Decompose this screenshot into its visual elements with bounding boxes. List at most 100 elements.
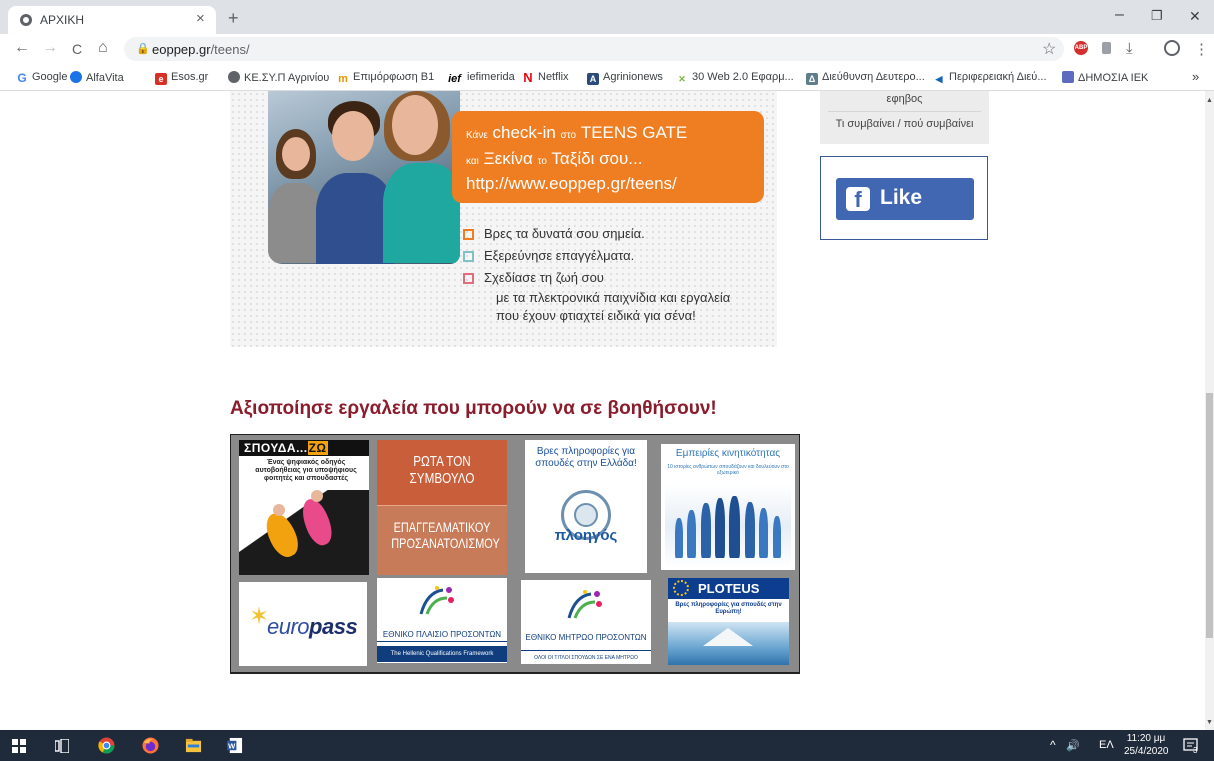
scroll-up-arrow-icon[interactable]: ▲ xyxy=(1206,97,1213,104)
globe-icon xyxy=(20,14,32,26)
tray-overflow-icon[interactable]: ^ xyxy=(1050,738,1056,752)
tool-card-register[interactable]: ΕΘΝΙΚΟ ΜΗΤΡΩΟ ΠΡΟΣΟΝΤΩΝ ΟΛΟΙ ΟΙ ΤΙΤΛΟΙ Σ… xyxy=(521,580,651,664)
task-view-icon[interactable] xyxy=(55,739,69,753)
volume-icon[interactable]: 🔊 xyxy=(1066,739,1080,752)
eu-stars-icon xyxy=(673,580,689,596)
check-item-professions: Εξερεύνησε επαγγέλματα. xyxy=(463,248,634,263)
profile-avatar-icon[interactable] xyxy=(1164,40,1180,56)
europass-logo: europass xyxy=(267,614,358,639)
system-clock[interactable]: 11:20 μμ 25/4/2020 xyxy=(1124,732,1169,758)
word-icon[interactable]: W xyxy=(226,737,243,754)
bookmark-iek[interactable]: ΔΗΜΟΣΙΑ ΙΕΚ xyxy=(1062,71,1148,84)
callout-line-1: Κάνε check-in στο TEENS GATE xyxy=(466,123,688,142)
bookmarks-bar: G Google AlfaVita e Esos.gr ΚΕ.ΣΥ.Π Αγρινί… xyxy=(0,64,1214,91)
svg-text:W: W xyxy=(228,741,236,750)
check-item-strengths: Βρες τα δυνατά σου σημεία. xyxy=(463,226,645,241)
bookmark-esos[interactable]: e Esos.gr xyxy=(155,71,208,85)
facebook-icon: f xyxy=(846,187,870,212)
tool-card-ask-counselor[interactable]: ΡΩΤΑ ΤΟΝ ΣΥΜΒΟΥΛΟ ΕΠΑΓΓΕΛΜΑΤΙΚΟΥ ΠΡΟΣΑΝΑ… xyxy=(377,440,507,575)
firefox-icon[interactable] xyxy=(142,737,159,754)
bookmark-star-icon[interactable]: ☆ xyxy=(1042,39,1056,59)
sidebar-item-events[interactable]: Τι συμβαίνει / πού συμβαίνει xyxy=(820,118,989,130)
new-tab-button[interactable]: + xyxy=(228,8,239,29)
callout-url: http://www.eoppep.gr/teens/ xyxy=(466,174,677,193)
globe-icon xyxy=(228,71,240,83)
teens-gate-callout: Κάνε check-in στο TEENS GATE και Ξεκίνα … xyxy=(452,111,764,203)
bookmark-epimorfosi[interactable]: m Επιμόρφωση Β1 xyxy=(337,71,434,85)
check-item-plan-life: Σχεδίασε τη ζωή σου xyxy=(463,270,604,285)
callout-line-2: και Ξεκίνα το Ταξίδι σου... xyxy=(466,149,643,168)
ploteus-logo: PLOTEUS xyxy=(698,581,760,596)
tab-title: ΑΡΧΙΚΗ xyxy=(40,13,85,27)
tool-card-ploigos[interactable]: Βρες πληροφορίες για σπουδές στην Ελλάδα… xyxy=(525,440,647,573)
extension-icon[interactable] xyxy=(1102,42,1111,54)
bookmark-netflix[interactable]: N Netflix xyxy=(522,71,569,84)
download-icon[interactable]: ⤓ xyxy=(1126,40,1133,57)
check-item-subtext-2: που έχουν φτιαχτεί ειδικά για σένα! xyxy=(496,308,696,323)
scrollbar-thumb[interactable] xyxy=(1206,393,1213,638)
minimize-button[interactable]: – xyxy=(1115,6,1124,24)
flag-icon: ◀ xyxy=(933,73,945,85)
adblock-plus-icon[interactable]: ABP xyxy=(1074,41,1088,55)
home-button[interactable]: ⌂ xyxy=(98,39,108,57)
tab-close-icon[interactable]: × xyxy=(196,10,205,27)
ploigos-description: Βρες πληροφορίες για σπουδές στην Ελλάδα… xyxy=(535,446,637,469)
tool-card-europass[interactable]: ✶ europass xyxy=(239,582,367,666)
bookmark-iefimerida[interactable]: ief iefimerida xyxy=(446,71,515,85)
agrinionews-icon: A xyxy=(587,73,599,85)
back-button[interactable]: ← xyxy=(14,39,30,57)
bookmark-google[interactable]: G Google xyxy=(16,71,67,84)
nqf-subtitle: The Hellenic Qualifications Framework xyxy=(377,646,507,662)
address-bar[interactable]: 🔒 eoppep.gr/teens/ xyxy=(124,37,1064,61)
lock-icon[interactable]: 🔒 xyxy=(136,42,150,55)
windows-start-icon[interactable] xyxy=(12,739,26,753)
bookmark-alfavita[interactable]: AlfaVita xyxy=(70,71,124,84)
check-item-subtext-1: με τα πλεκτρονικά παιχνίδια και εργαλεία xyxy=(496,290,731,305)
checkbox-icon xyxy=(463,229,474,240)
facebook-like-button[interactable]: f Like xyxy=(836,178,974,220)
divider xyxy=(828,111,981,112)
bookmark-kesyp[interactable]: ΚΕ.ΣΥ.Π Αγρινίου xyxy=(228,71,329,84)
bookmark-perifereiaki[interactable]: ◀ Περιφερειακή Διεύ... xyxy=(933,71,1047,85)
bookmark-agrinionews[interactable]: A Agrinionews xyxy=(587,71,663,85)
clock-date: 25/4/2020 xyxy=(1124,746,1169,757)
register-logo-icon xyxy=(567,590,602,619)
tool-card-nqf[interactable]: ΕΘΝΙΚΟ ΠΛΑΙΣΙΟ ΠΡΟΣΟΝΤΩΝ The Hellenic Qu… xyxy=(377,578,507,663)
forward-button[interactable]: → xyxy=(42,39,58,57)
tool-card-mobility[interactable]: Εμπειρίες κινητικότητας 10 ιστορίες ανθρ… xyxy=(661,444,795,570)
mobility-subtitle: 10 ιστορίες ανθρώπων σπουδάζουν και δουλ… xyxy=(667,464,789,476)
people-silhouettes-image xyxy=(665,484,791,568)
ploteus-description: Βρες πληροφορίες για σπουδές στην Ευρώπη… xyxy=(675,602,782,615)
reload-button[interactable]: C xyxy=(72,41,82,57)
paper-boat-icon xyxy=(703,628,753,646)
bookmark-dde[interactable]: Δ Διεύθυνση Δευτερο... xyxy=(806,71,925,85)
sidebar-menu: εφηβος Τι συμβαίνει / πού συμβαίνει xyxy=(820,91,989,144)
windows-taskbar: W ^ 🔊 ΕΛ 11:20 μμ 25/4/2020 3 xyxy=(0,730,1214,761)
bookmark-web20[interactable]: ✕ 30 Web 2.0 Εφαρμ... xyxy=(676,71,794,85)
sidebar-item-teen[interactable]: εφηβος xyxy=(820,93,989,105)
bookmarks-overflow-button[interactable]: » xyxy=(1192,69,1199,84)
notification-count: 3 xyxy=(1193,746,1198,755)
tool-card-spoudazo[interactable]: ΣΠΟΥΔΑ...ΖΩ Ένας ψηφιακός οδηγός αυτοβοή… xyxy=(239,440,369,575)
checkbox-icon xyxy=(463,273,474,284)
teens-photo xyxy=(268,91,460,264)
restore-button[interactable]: ❐ xyxy=(1151,8,1163,24)
tools-section-title: Αξιοποίησε εργαλεία που μπορούν να σε βο… xyxy=(230,398,717,419)
ask-counselor-subtitle: ΕΠΑΓΓΕΛΜΑΤΙΚΟΥ ΠΡΟΣΑΝΑΤΟΛΙΣΜΟΥ xyxy=(391,519,500,551)
nqf-logo-icon xyxy=(419,586,454,615)
input-language[interactable]: ΕΛ xyxy=(1099,739,1114,751)
chrome-icon[interactable] xyxy=(98,737,115,754)
teens-gate-banner[interactable]: Κάνε check-in στο TEENS GATE και Ξεκίνα … xyxy=(230,91,777,347)
file-explorer-icon[interactable] xyxy=(185,737,202,754)
facebook-like-box: f Like xyxy=(820,156,988,240)
close-window-button[interactable]: ✕ xyxy=(1189,8,1201,25)
tool-card-ploteus[interactable]: PLOTEUS Βρες πληροφορίες για σπουδές στη… xyxy=(668,578,789,665)
ploigos-logo: πλοηγός xyxy=(554,527,618,544)
browser-menu-icon[interactable]: ⋮ xyxy=(1194,40,1209,58)
iefimerida-icon: ief xyxy=(446,73,463,85)
google-icon: G xyxy=(16,71,28,85)
tools-grid: ΣΠΟΥΔΑ...ΖΩ Ένας ψηφιακός οδηγός αυτοβοή… xyxy=(230,434,800,674)
scroll-down-arrow-icon[interactable]: ▼ xyxy=(1206,719,1213,726)
browser-tab[interactable]: ΑΡΧΙΚΗ × xyxy=(8,6,216,34)
url-text: eoppep.gr/teens/ xyxy=(152,42,250,57)
